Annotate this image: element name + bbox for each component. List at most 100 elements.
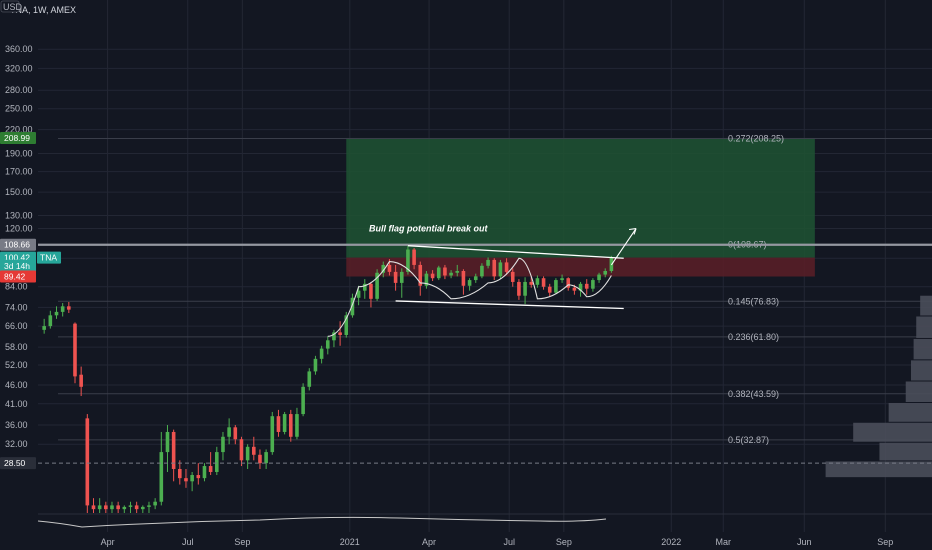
candle-body (110, 505, 114, 510)
candle-body (535, 278, 540, 285)
price-chart[interactable]: 0.272(208.25)0(108.67)0.145(76.83)0.236(… (0, 0, 932, 550)
x-tick-label: Apr (422, 537, 436, 547)
candle-body (264, 452, 268, 464)
y-tick-label: 36.00 (5, 420, 28, 430)
candle-body (233, 427, 238, 440)
x-tick-label: Jun (797, 537, 812, 547)
candle-body (141, 506, 145, 510)
y-tick-label: 320.00 (5, 63, 33, 73)
x-tick-label: 2022 (661, 537, 681, 547)
candle-body (313, 358, 318, 372)
candle-body (128, 505, 133, 507)
volume-profile-bar (916, 316, 932, 338)
candle-body (584, 283, 589, 289)
candle-body (208, 466, 213, 472)
candle-body (498, 262, 503, 277)
fib-level-label: 0.5(32.87) (728, 435, 769, 445)
volume-profile-bar (905, 381, 932, 403)
candle-body (504, 262, 509, 272)
y-tick-label: 170.00 (5, 167, 33, 177)
price-badge-label: 89.42 (4, 272, 26, 282)
candle-body (455, 270, 460, 273)
y-tick-label: 41.00 (5, 399, 28, 409)
candle-body (295, 414, 299, 437)
candle-body (597, 274, 601, 281)
candle-body (338, 332, 342, 335)
candle-body (67, 306, 71, 310)
x-tick-label: Jul (182, 537, 194, 547)
candle-body (480, 265, 484, 277)
candle-body (60, 306, 65, 312)
candle-body (517, 281, 521, 296)
candle-body (467, 280, 472, 286)
candle-body (572, 287, 577, 291)
bull-flag-annotation: Bull flag potential break out (369, 223, 489, 233)
x-tick-label: Sep (556, 537, 572, 547)
x-tick-label: Sep (877, 537, 893, 547)
volume-profile-bar (913, 338, 932, 360)
y-tick-label: 150.00 (5, 187, 33, 197)
x-tick-label: Sep (234, 537, 250, 547)
candle-body (492, 259, 497, 277)
candle-body (184, 478, 188, 482)
candle-body (307, 371, 312, 387)
y-tick-label: 130.00 (5, 210, 33, 220)
fib-level-label: 0.145(76.83) (728, 296, 779, 306)
candle-body (436, 267, 441, 279)
candle-body (276, 416, 281, 432)
candle-body (591, 280, 595, 289)
candle-body (196, 475, 201, 479)
y-tick-label: 360.00 (5, 44, 33, 54)
price-badge-label: 28.50 (4, 458, 26, 468)
candle-body (319, 348, 324, 359)
volume-profile-bar (853, 422, 932, 442)
y-tick-label: 190.00 (5, 149, 33, 159)
candle-body (399, 271, 404, 283)
candle-body (486, 259, 490, 266)
candle-body (245, 446, 250, 461)
price-badge-label: 208.99 (4, 133, 30, 143)
price-badge-label: 3d 14h (4, 261, 30, 271)
candle-body (79, 374, 83, 387)
price-badge-label: 108.66 (4, 240, 30, 250)
volume-profile-bar (879, 442, 932, 461)
candle-body (221, 436, 225, 453)
candle-body (97, 505, 102, 510)
y-tick-label: 280.00 (5, 85, 33, 95)
candle-body (529, 281, 534, 285)
volume-profile-bar (825, 461, 932, 478)
fib-level-label: 0.236(61.80) (728, 332, 779, 342)
y-tick-label: 32.00 (5, 439, 28, 449)
candle-body (510, 271, 515, 282)
volume-profile-bar (920, 295, 932, 316)
candle-body (54, 311, 59, 316)
candle-body (159, 452, 164, 502)
candle-body (369, 283, 373, 299)
candle-body (178, 468, 182, 479)
y-tick-label: 74.00 (5, 302, 28, 312)
candle-body (190, 475, 194, 482)
candle-body (523, 281, 527, 296)
volume-profile-bar (910, 360, 932, 381)
fib-level-label: 0.272(208.25) (728, 134, 784, 144)
candle-body (560, 278, 564, 281)
candle-body (202, 466, 207, 479)
candle-body (449, 272, 453, 276)
y-tick-label: 250.00 (5, 104, 33, 114)
candle-body (239, 439, 244, 461)
currency-label[interactable]: USD (0, 0, 23, 13)
candle-body (603, 270, 608, 275)
x-tick-label: Apr (101, 537, 115, 547)
candle-body (473, 276, 478, 281)
candle-body (288, 414, 293, 437)
y-tick-label: 52.00 (5, 360, 28, 370)
candle-body (387, 264, 392, 272)
y-tick-label: 84.00 (5, 282, 28, 292)
candle-body (134, 505, 139, 510)
y-tick-label: 58.00 (5, 342, 28, 352)
candle-body (73, 323, 77, 377)
candle-body (227, 427, 231, 437)
candle-body (91, 505, 96, 510)
candle-body (153, 501, 157, 506)
candle-body (104, 505, 108, 510)
